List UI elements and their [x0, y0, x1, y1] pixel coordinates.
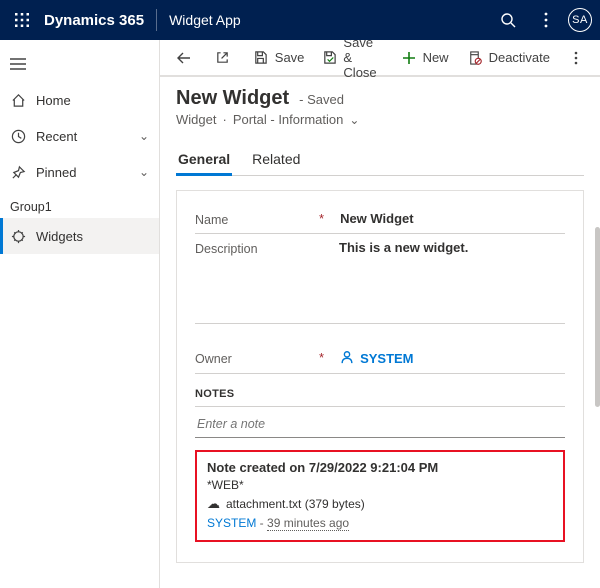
chevron-down-icon: ⌄	[139, 165, 149, 179]
more-commands-button[interactable]	[560, 43, 592, 73]
note-age: 39 minutes ago	[267, 516, 349, 531]
description-label: Description	[195, 242, 258, 256]
chevron-down-icon: ⌄	[349, 113, 359, 127]
save-button[interactable]: Save	[245, 43, 313, 73]
owner-label: Owner	[195, 352, 232, 366]
arrow-left-icon	[176, 50, 192, 66]
deactivate-icon	[467, 50, 483, 66]
required-icon: *	[319, 211, 324, 226]
plus-icon	[401, 50, 417, 66]
sidebar-item-widgets[interactable]: Widgets	[0, 218, 159, 254]
app-launcher-icon[interactable]	[8, 6, 36, 34]
tab-related[interactable]: Related	[250, 145, 302, 176]
chevron-down-icon: ⌄	[139, 129, 149, 143]
form-panel: Name * New Widget Description This is a …	[176, 190, 584, 563]
owner-field[interactable]: SYSTEM	[340, 350, 413, 367]
sidebar-item-label: Pinned	[36, 165, 129, 180]
new-button[interactable]: New	[393, 43, 457, 73]
deactivate-button[interactable]: Deactivate	[459, 43, 558, 73]
sidebar: Home Recent ⌄ Pinned ⌄ Group1	[0, 40, 160, 588]
cmd-label: Save & Close	[343, 40, 382, 80]
notes-header: NOTES	[195, 374, 565, 407]
note-input[interactable]	[195, 411, 565, 438]
top-divider	[156, 9, 157, 31]
note-title: Note created on 7/29/2022 9:21:04 PM	[207, 460, 553, 475]
home-icon	[10, 92, 26, 108]
open-new-window-button[interactable]	[206, 43, 238, 73]
back-button[interactable]	[168, 43, 200, 73]
cloud-icon: ☁	[207, 496, 220, 512]
save-close-button[interactable]: Save & Close	[314, 43, 390, 73]
note-attachment[interactable]: ☁ attachment.txt (379 bytes)	[207, 496, 553, 512]
note-user[interactable]: SYSTEM	[207, 516, 256, 530]
breadcrumb: Widget · Portal - Information ⌄	[176, 112, 584, 127]
note-web-tag: *WEB*	[207, 478, 553, 492]
note-item-highlight: Note created on 7/29/2022 9:21:04 PM *WE…	[195, 450, 565, 542]
description-field[interactable]: This is a new widget.	[339, 240, 468, 255]
entity-name: Widget	[176, 112, 216, 127]
cmd-label: Deactivate	[489, 50, 550, 65]
sidebar-hamburger[interactable]	[0, 46, 159, 82]
sidebar-item-label: Widgets	[36, 229, 149, 244]
note-meta: SYSTEM - 39 minutes ago	[207, 516, 553, 530]
command-bar: Save Save & Close New	[160, 40, 600, 77]
name-label: Name	[195, 213, 228, 227]
save-close-icon	[322, 50, 337, 66]
record-status: - Saved	[299, 92, 344, 107]
scrollbar[interactable]	[595, 227, 600, 407]
brand-label: Dynamics 365	[44, 12, 144, 29]
clock-icon	[10, 128, 26, 144]
save-icon	[253, 50, 269, 66]
pin-icon	[10, 164, 26, 180]
name-field[interactable]: New Widget	[340, 211, 414, 226]
sidebar-item-pinned[interactable]: Pinned ⌄	[0, 154, 159, 190]
app-name: Widget App	[169, 12, 241, 28]
search-icon[interactable]	[492, 4, 524, 36]
main: Save Save & Close New	[160, 40, 600, 588]
top-bar: Dynamics 365 Widget App SA	[0, 0, 600, 40]
more-vertical-icon[interactable]	[530, 4, 562, 36]
form-name[interactable]: Portal - Information	[233, 112, 344, 127]
tab-general[interactable]: General	[176, 145, 232, 176]
record-tabs: General Related	[176, 145, 584, 176]
sidebar-group-label: Group1	[0, 190, 159, 218]
sidebar-item-label: Recent	[36, 129, 129, 144]
person-icon	[340, 350, 354, 367]
more-vertical-icon	[568, 50, 584, 66]
user-avatar[interactable]: SA	[568, 8, 592, 32]
cmd-label: Save	[275, 50, 305, 65]
sidebar-item-recent[interactable]: Recent ⌄	[0, 118, 159, 154]
open-external-icon	[214, 50, 230, 66]
sidebar-item-home[interactable]: Home	[0, 82, 159, 118]
record-content: New Widget - Saved Widget · Portal - Inf…	[160, 77, 600, 588]
page-title: New Widget	[176, 87, 289, 110]
widget-icon	[10, 228, 26, 244]
required-icon: *	[319, 350, 324, 365]
sidebar-item-label: Home	[36, 93, 149, 108]
cmd-label: New	[423, 50, 449, 65]
hamburger-icon	[10, 56, 26, 72]
